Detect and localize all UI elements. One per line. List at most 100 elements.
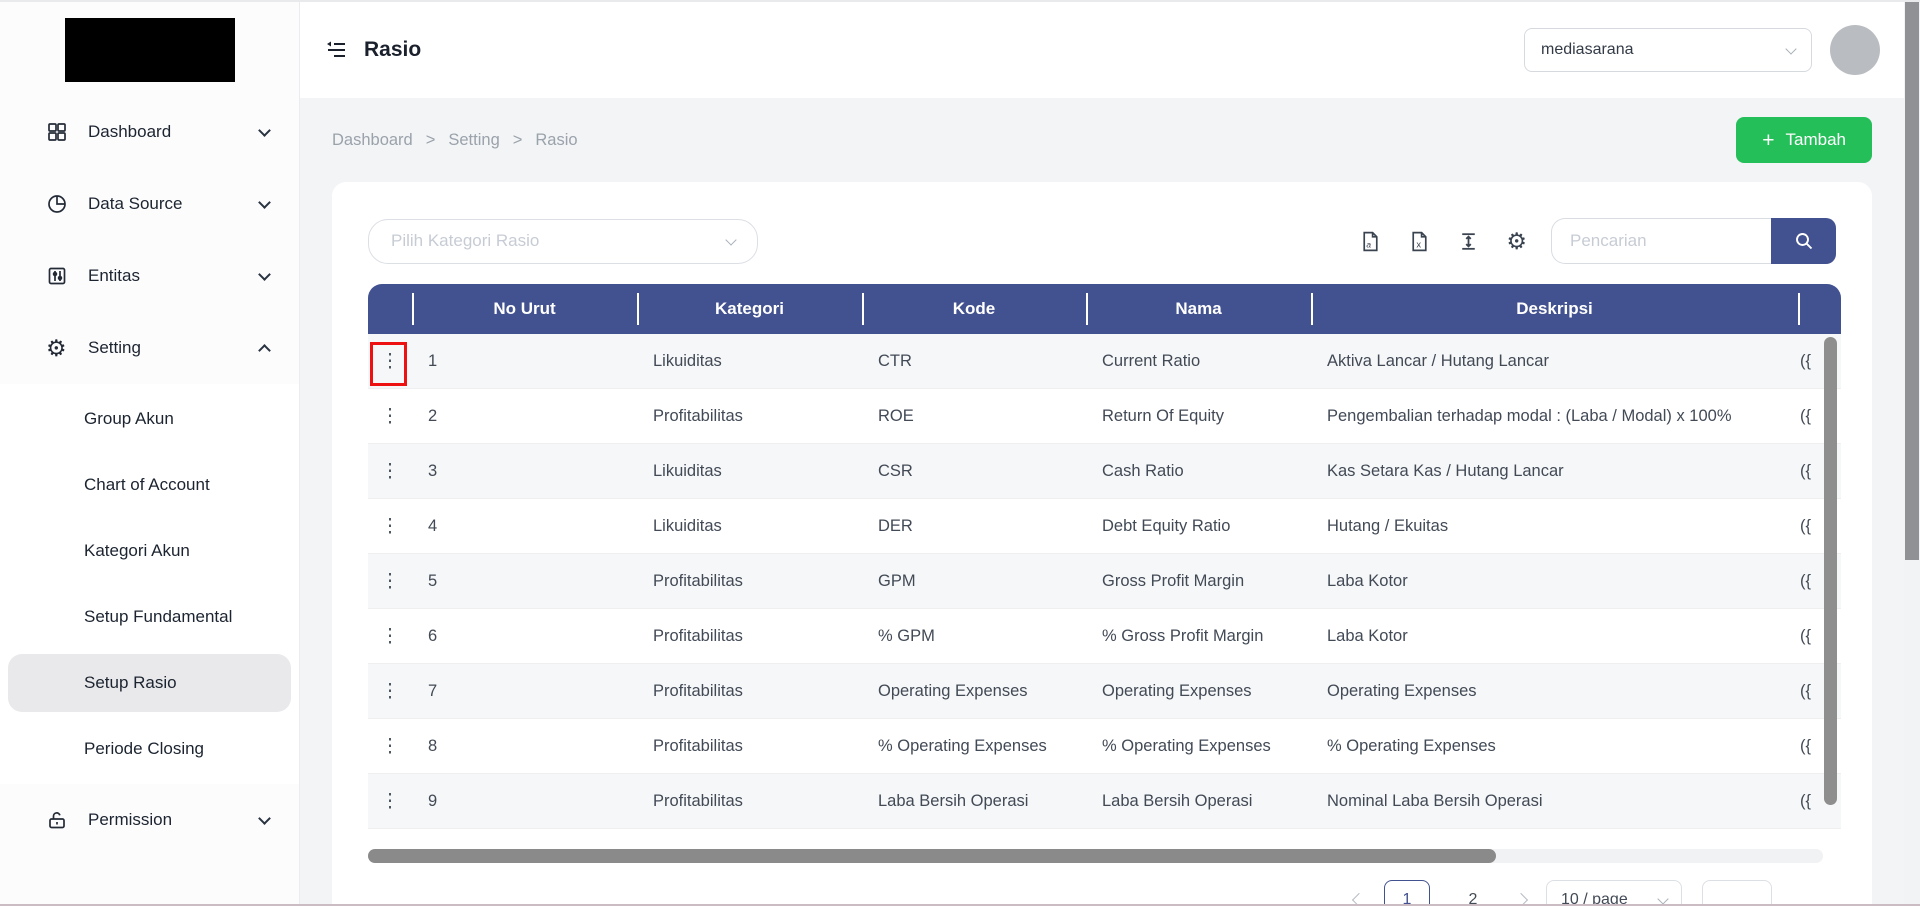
cell-no-urut: 6: [428, 626, 438, 645]
data-table: No Urut Kategori Kode Nama Deskripsi ⋮ 1…: [368, 284, 1841, 829]
row-actions-kebab-icon[interactable]: ⋮: [373, 513, 408, 540]
add-button[interactable]: + Tambah: [1736, 117, 1872, 163]
search-input[interactable]: [1551, 218, 1771, 264]
page-scrollbar-track[interactable]: [1904, 2, 1920, 904]
pie-chart-icon: [46, 193, 72, 215]
cell-deskripsi: Pengembalian terhadap modal : (Laba / Mo…: [1327, 406, 1732, 425]
row-height-icon[interactable]: [1457, 230, 1480, 253]
row-actions-kebab-icon[interactable]: ⋮: [373, 458, 408, 485]
header-kode: Kode: [862, 284, 1086, 334]
sidebar-item-entitas[interactable]: Entitas: [0, 240, 299, 312]
cell-no-urut: 8: [428, 736, 438, 755]
cell-kategori: Likuiditas: [653, 351, 722, 370]
header-nama: Nama: [1086, 284, 1311, 334]
sidebar-item-permission[interactable]: Permission: [0, 784, 299, 856]
settings-icon[interactable]: ⚙: [1506, 229, 1527, 253]
page-size-value: 10 / page: [1561, 891, 1628, 906]
cell-kode: ROE: [878, 406, 914, 425]
user-avatar[interactable]: [1830, 25, 1880, 75]
plus-icon: +: [1762, 128, 1775, 152]
submenu-item-label: Chart of Account: [84, 475, 210, 494]
row-actions-kebab-icon[interactable]: ⋮: [373, 788, 408, 815]
submenu-item-kategori-akun[interactable]: Kategori Akun: [0, 518, 299, 584]
cell-deskripsi: Operating Expenses: [1327, 681, 1477, 700]
cell-kategori: Likuiditas: [653, 461, 722, 480]
sidebar-item-label: Setting: [88, 338, 141, 357]
submenu-item-periode-closing[interactable]: Periode Closing: [0, 716, 299, 782]
table-row: ⋮ 5 Profitabilitas GPM Gross Profit Marg…: [368, 554, 1841, 609]
setting-submenu: Group Akun Chart of Account Kategori Aku…: [0, 384, 299, 784]
page-jump-input[interactable]: [1702, 880, 1772, 904]
row-actions-kebab-icon[interactable]: ⋮: [373, 623, 408, 650]
table-row: ⋮ 7 Profitabilitas Operating Expenses Op…: [368, 664, 1841, 719]
row-actions-kebab-icon[interactable]: ⋮: [373, 403, 408, 430]
row-actions-kebab-icon[interactable]: ⋮: [373, 568, 408, 595]
table-row: ⋮ 1 Likuiditas CTR Current Ratio Aktiva …: [368, 334, 1841, 389]
cell-no-urut: 9: [428, 791, 438, 810]
chevron-down-icon: [1785, 42, 1797, 55]
app-window: Dashboard Data Source Entitas ⚙ Setting …: [0, 0, 1920, 906]
sidebar-item-setting[interactable]: ⚙ Setting: [0, 312, 299, 384]
sidebar-item-label: Permission: [88, 810, 173, 829]
table-row: ⋮ 2 Profitabilitas ROE Return Of Equity …: [368, 389, 1841, 444]
pagination-next-icon[interactable]: [1513, 892, 1529, 904]
pagination-page-1[interactable]: 1: [1384, 880, 1430, 904]
pagination: 1 2 10 / page: [368, 880, 1836, 906]
cell-kategori: Profitabilitas: [653, 681, 743, 700]
sidebar-item-data-source[interactable]: Data Source: [0, 168, 299, 240]
category-select[interactable]: Pilih Kategori Rasio: [368, 218, 758, 264]
cell-nama: % Gross Profit Margin: [1102, 626, 1264, 645]
svg-text:x: x: [1417, 238, 1422, 249]
page-title: Rasio: [364, 38, 422, 61]
breadcrumb-dashboard[interactable]: Dashboard: [332, 131, 413, 150]
pagination-prev-icon[interactable]: [1351, 892, 1367, 904]
submenu-item-setup-rasio-active[interactable]: Setup Rasio: [8, 654, 291, 712]
submenu-item-label: Group Akun: [84, 409, 174, 428]
table-row: ⋮ 6 Profitabilitas % GPM % Gross Profit …: [368, 609, 1841, 664]
cell-nama: Debt Equity Ratio: [1102, 516, 1231, 535]
chevron-up-icon: [258, 344, 271, 357]
submenu-item-chart-of-account[interactable]: Chart of Account: [0, 452, 299, 518]
row-actions-kebab-icon[interactable]: ⋮: [373, 678, 408, 705]
table-horizontal-scrollbar-thumb[interactable]: [368, 849, 1496, 863]
cell-kode: Laba Bersih Operasi: [878, 791, 1029, 810]
breadcrumb-setting[interactable]: Setting: [448, 131, 499, 150]
submenu-item-setup-fundamental[interactable]: Setup Fundamental: [0, 584, 299, 650]
submenu-item-label: Periode Closing: [84, 739, 205, 758]
gear-icon: ⚙: [46, 334, 67, 361]
chevron-down-icon: [725, 233, 737, 246]
table-vertical-scrollbar[interactable]: [1824, 337, 1837, 805]
chevron-down-icon: [258, 195, 271, 209]
submenu-item-group-akun[interactable]: Group Akun: [0, 386, 299, 452]
pagination-page-2[interactable]: 2: [1450, 880, 1496, 904]
cell-kategori: Profitabilitas: [653, 571, 743, 590]
table-header: No Urut Kategori Kode Nama Deskripsi: [368, 284, 1841, 334]
cell-kode: CTR: [878, 351, 912, 370]
filter-row: Pilih Kategori Rasio a x ⚙ Pencarian: [368, 218, 1836, 264]
table-toolbar: a x ⚙: [1359, 229, 1527, 253]
tenant-select[interactable]: mediasarana: [1524, 28, 1812, 72]
chevron-down-icon: [258, 811, 271, 825]
sidebar-toggle-icon[interactable]: [324, 38, 348, 62]
sidebar-item-label: Entitas: [88, 266, 140, 285]
cell-deskripsi: Laba Kotor: [1327, 626, 1408, 645]
page-scrollbar-thumb[interactable]: [1905, 2, 1919, 560]
cell-deskripsi: Hutang / Ekuitas: [1327, 516, 1449, 535]
page-size-select[interactable]: 10 / page: [1546, 880, 1682, 906]
cell-no-urut: 3: [428, 461, 438, 480]
cell-deskripsi: % Operating Expenses: [1327, 736, 1496, 755]
table-row: ⋮ 8 Profitabilitas % Operating Expenses …: [368, 719, 1841, 774]
grid-icon: [46, 121, 72, 143]
sidebar-item-dashboard[interactable]: Dashboard: [0, 96, 299, 168]
header-overflow: [1798, 284, 1841, 334]
topbar-right: mediasarana: [1524, 25, 1880, 75]
excel-export-icon[interactable]: x: [1408, 230, 1431, 253]
table-horizontal-scrollbar-track[interactable]: [368, 849, 1823, 863]
cell-deskripsi: Aktiva Lancar / Hutang Lancar: [1327, 351, 1549, 370]
search-button[interactable]: [1771, 218, 1836, 264]
pdf-export-icon[interactable]: a: [1359, 230, 1382, 253]
cell-nama: Laba Bersih Operasi: [1102, 791, 1253, 810]
cell-nama: Operating Expenses: [1102, 681, 1252, 700]
row-actions-kebab-icon[interactable]: ⋮: [373, 733, 408, 760]
company-logo: [65, 18, 235, 82]
